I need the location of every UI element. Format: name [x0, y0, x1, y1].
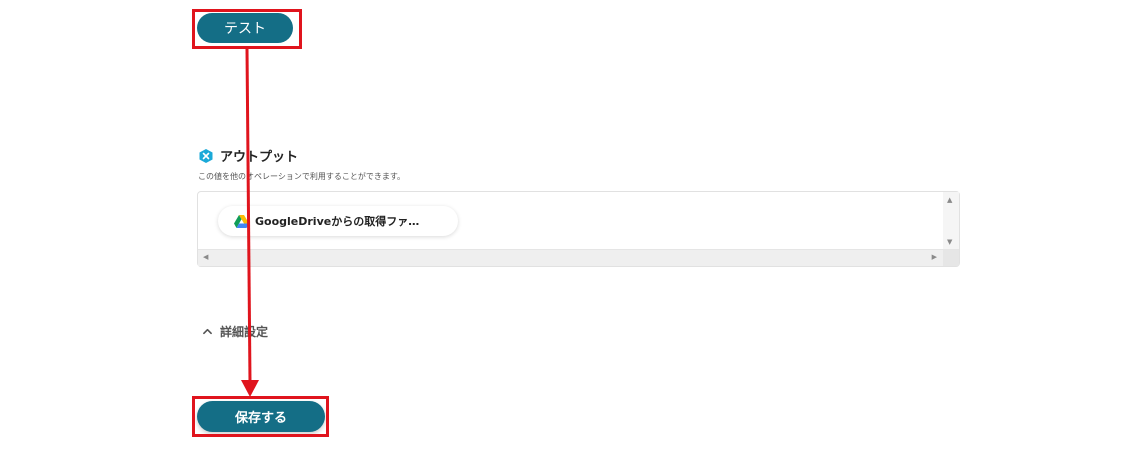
vertical-scrollbar[interactable]: ▲ ▼ [943, 192, 959, 250]
output-title: アウトプット [220, 150, 299, 165]
advanced-settings-toggle[interactable]: 詳細設定 [203, 323, 268, 340]
scroll-right-icon[interactable]: ▶ [932, 253, 937, 261]
scroll-up-icon[interactable]: ▲ [947, 196, 952, 204]
google-drive-icon [234, 214, 249, 228]
output-description: この値を他のオペレーションで利用することができます。 [198, 172, 406, 181]
horizontal-scrollbar[interactable]: ◀ ▶ [198, 249, 959, 266]
output-header: アウトプット [198, 146, 298, 165]
advanced-settings-label: 詳細設定 [220, 325, 269, 339]
test-button[interactable]: テスト [197, 13, 293, 43]
output-chip-label: GoogleDriveからの取得ファ… [255, 215, 420, 228]
scroll-left-icon[interactable]: ◀ [203, 253, 208, 261]
output-chip[interactable]: GoogleDriveからの取得ファ… [218, 206, 458, 236]
scroll-down-icon[interactable]: ▼ [947, 238, 952, 246]
chevron-up-icon [203, 328, 212, 335]
output-icon [199, 148, 213, 163]
scrollbar-corner [943, 250, 959, 266]
save-button[interactable]: 保存する [197, 401, 325, 432]
output-list-box: GoogleDriveからの取得ファ… ▲ ▼ ◀ ▶ [197, 191, 960, 267]
